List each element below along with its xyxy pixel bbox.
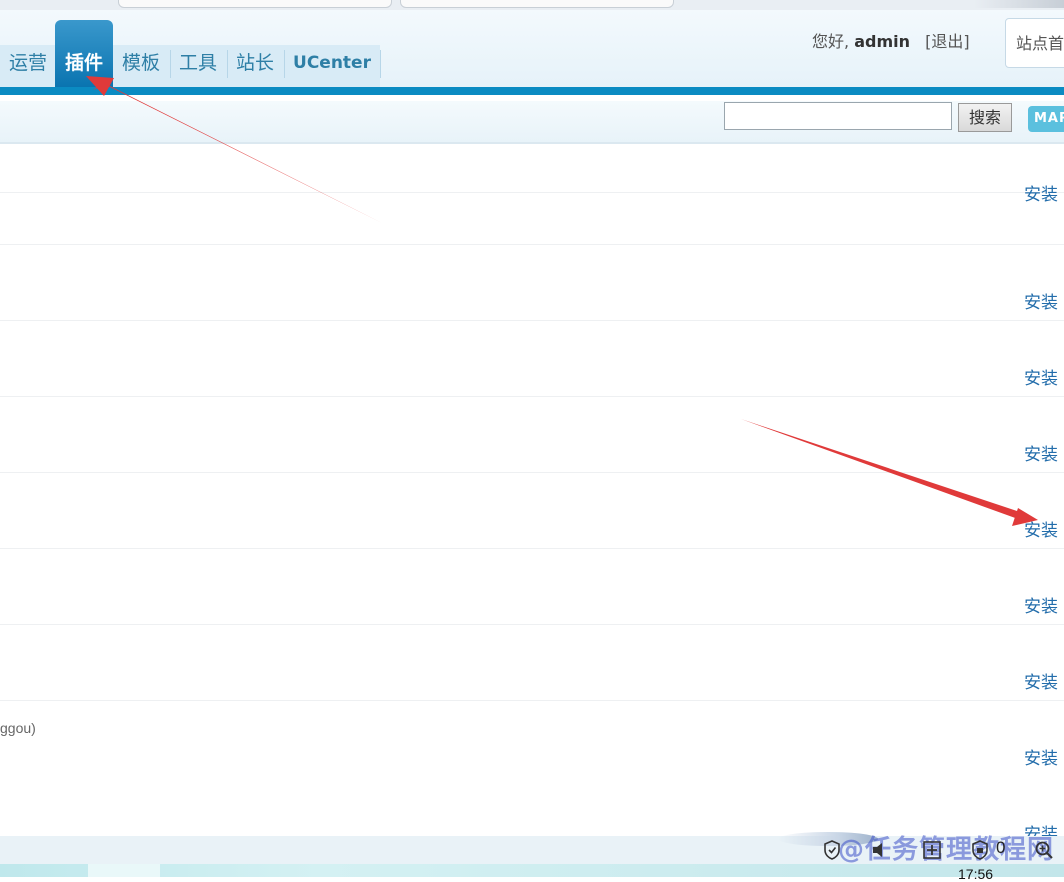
taskbar-clock: 17:56: [958, 866, 994, 882]
list-item: 安装: [0, 396, 1064, 541]
taskbar-button[interactable]: [88, 864, 160, 877]
list-item: 安装: [0, 168, 1064, 313]
shield-icon[interactable]: [822, 840, 842, 860]
search-input[interactable]: [724, 102, 952, 130]
greeting-text: 您好,: [812, 32, 850, 51]
header-accent-line: [0, 87, 1064, 95]
speaker-icon[interactable]: [870, 840, 890, 860]
list-item: 安装: [0, 548, 1064, 693]
browser-tab[interactable]: [118, 0, 392, 8]
nav-separator: [380, 50, 381, 78]
plugin-list: 安装 安装 安装 安装 安装 安装 安装 ggou) 安装 安装: [0, 146, 1064, 836]
nav-separator: [284, 50, 285, 78]
user-greeting: 您好, admin [退出]: [812, 28, 970, 52]
list-item: 安装: [0, 244, 1064, 389]
site-home-button[interactable]: 站点首页: [1005, 18, 1064, 68]
browser-tab[interactable]: [400, 0, 674, 8]
logout-link[interactable]: [退出]: [925, 32, 970, 51]
map-button[interactable]: MAP: [1028, 106, 1064, 132]
zoom-in-icon[interactable]: [1034, 840, 1054, 860]
nav-item-templates[interactable]: 模板: [115, 42, 167, 84]
nav-item-plugins[interactable]: 插件: [56, 42, 112, 84]
list-item: ggou) 安装: [0, 624, 1064, 769]
badge-icon[interactable]: [970, 840, 990, 860]
tray-counter: 0: [996, 838, 1006, 857]
search-button[interactable]: 搜索: [958, 103, 1012, 132]
list-item: 安装: [0, 700, 1064, 836]
list-item: 安装: [0, 320, 1064, 465]
nav-separator: [170, 50, 171, 78]
nav-item-tools[interactable]: 工具: [172, 42, 224, 84]
nav-item-operations[interactable]: 运营: [2, 42, 54, 84]
list-item: 安装: [0, 472, 1064, 617]
add-box-icon[interactable]: [922, 840, 942, 860]
nav-separator: [227, 50, 228, 78]
nav-item-webmaster[interactable]: 站长: [229, 42, 281, 84]
browser-decoration: [974, 0, 1064, 8]
nav-item-ucenter[interactable]: UCenter: [286, 42, 378, 84]
username: admin: [854, 32, 910, 51]
